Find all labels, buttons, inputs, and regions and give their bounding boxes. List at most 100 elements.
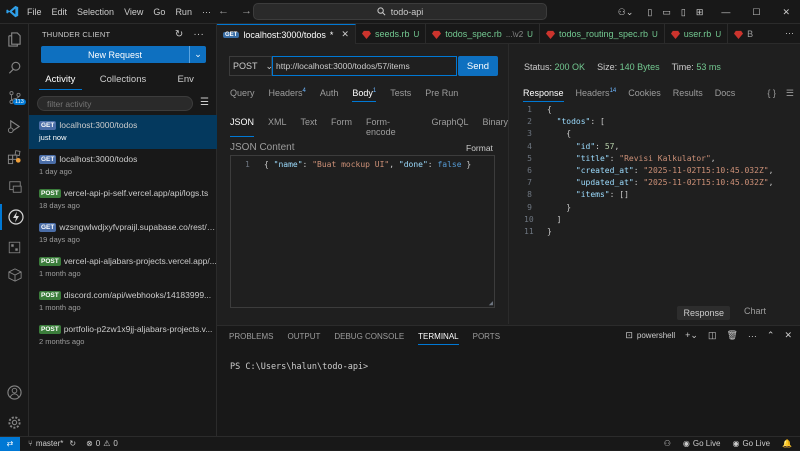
minimize-icon[interactable]: — <box>721 7 730 17</box>
activity-item[interactable]: GET localhost:3000/todos 1 day ago <box>29 149 217 183</box>
braces-icon[interactable]: { } <box>767 88 776 99</box>
tab-user-rb[interactable]: user.rb U <box>665 24 729 44</box>
tab-form[interactable]: Form <box>331 117 352 137</box>
trash-icon[interactable]: 🗑 <box>726 330 737 341</box>
chevron-down-icon[interactable]: ⌄ <box>189 46 206 63</box>
terminal-output[interactable]: PS C:\Users\halun\todo-api> <box>230 362 368 372</box>
layout-icon[interactable]: ⊞ <box>696 7 704 18</box>
tab-collections[interactable]: Collections <box>92 68 155 90</box>
activity-item[interactable]: POST vercel-api-aljabars-projects.vercel.… <box>29 251 217 285</box>
url-input[interactable] <box>272 56 457 76</box>
more-actions-icon[interactable]: ☰ <box>786 88 794 99</box>
filter-menu-icon[interactable]: ☰ <box>200 97 209 108</box>
source-control-icon[interactable]: 113 <box>0 84 29 110</box>
notifications-icon[interactable]: 🔔 <box>782 439 792 448</box>
tab-activity[interactable]: Activity <box>29 68 92 90</box>
tab-response-headers[interactable]: Headers14 <box>576 88 617 102</box>
tab-xml[interactable]: XML <box>268 117 287 137</box>
close-icon[interactable]: ✕ <box>341 29 349 40</box>
search-icon[interactable] <box>0 55 29 81</box>
copilot-icon[interactable]: ⚇⌄ <box>618 7 634 18</box>
menu-run[interactable]: Run <box>175 7 192 17</box>
accounts-icon[interactable] <box>0 379 29 405</box>
forward-arrow-icon[interactable]: → <box>241 5 252 17</box>
more-actions-icon[interactable]: ··· <box>748 331 757 341</box>
remote-indicator-icon[interactable]: ⇄ <box>0 436 20 451</box>
sync-icon[interactable]: ↻ <box>69 439 76 448</box>
tab-cookies[interactable]: Cookies <box>628 88 661 102</box>
activity-item[interactable]: POST portfolio-p2zw1x9jj-aljabars-project… <box>29 319 217 353</box>
new-terminal-icon[interactable]: +⌄ <box>685 330 698 341</box>
remote-explorer-icon[interactable] <box>0 174 29 200</box>
tab-ports[interactable]: PORTS <box>473 332 500 345</box>
toggle-panel-icon[interactable]: ▭ <box>662 7 671 18</box>
split-terminal-icon[interactable]: ◫ <box>708 330 717 341</box>
activity-item[interactable]: POST discord.com/api/webhooks/14183999...… <box>29 285 217 319</box>
maximize-panel-icon[interactable]: ⌃ <box>767 330 775 341</box>
menu-go[interactable]: Go <box>153 7 165 17</box>
problems-indicator[interactable]: ⊗ 0 ⚠ 0 <box>86 439 118 448</box>
tab-query[interactable]: Query <box>230 88 255 102</box>
json-body-editor[interactable]: 1 { "name": "Buat mockup UI", "done": fa… <box>230 155 495 308</box>
tab-problems[interactable]: PROBLEMS <box>229 332 273 345</box>
chart-view-button[interactable]: Chart <box>744 306 766 320</box>
extensions-icon[interactable] <box>0 144 29 170</box>
tab-auth[interactable]: Auth <box>320 88 339 102</box>
run-debug-icon[interactable] <box>0 113 29 139</box>
tab-docs[interactable]: Docs <box>715 88 736 102</box>
copilot-status-icon[interactable]: ⚇ <box>664 439 671 448</box>
activity-item[interactable]: GET localhost:3000/todos just now <box>29 115 217 149</box>
toggle-secondary-sidebar-icon[interactable]: ▯ <box>681 7 686 18</box>
refresh-icon[interactable]: ↻ <box>175 29 184 40</box>
tab-overflow[interactable]: B <box>728 24 759 44</box>
go-live-button[interactable]: ◉ Go Live <box>683 439 721 448</box>
tab-form-encode[interactable]: Form-encode <box>366 117 417 137</box>
toggle-sidebar-icon[interactable]: ▯ <box>647 7 652 18</box>
maximize-icon[interactable]: ☐ <box>752 7 760 18</box>
command-center-search[interactable]: todo-api <box>253 3 547 20</box>
tab-json[interactable]: JSON <box>230 117 255 137</box>
tab-tests[interactable]: Tests <box>390 88 411 102</box>
close-icon[interactable]: ✕ <box>784 330 792 341</box>
tab-output[interactable]: OUTPUT <box>287 332 320 345</box>
go-live-button-2[interactable]: ◉ Go Live <box>732 439 770 448</box>
tab-todos-routing-spec-rb[interactable]: todos_routing_spec.rb U <box>540 24 665 44</box>
tab-headers[interactable]: Headers4 <box>269 88 306 102</box>
tab-body[interactable]: Body1 <box>352 88 377 102</box>
back-arrow-icon[interactable]: ← <box>218 5 229 17</box>
tab-localhost-todos[interactable]: GET localhost:3000/todos * ✕ <box>217 24 356 44</box>
close-icon[interactable]: ✕ <box>782 7 790 18</box>
testing-icon[interactable] <box>0 234 29 260</box>
tab-graphql[interactable]: GraphQL <box>431 117 468 137</box>
menu-selection[interactable]: Selection <box>77 7 114 17</box>
tab-terminal[interactable]: TERMINAL <box>418 332 459 345</box>
tab-debug-console[interactable]: DEBUG CONSOLE <box>334 332 404 345</box>
tab-todos-spec-rb[interactable]: todos_spec.rb ...\v2 U <box>426 24 540 44</box>
response-view-button[interactable]: Response <box>677 306 730 320</box>
menu-edit[interactable]: Edit <box>52 7 68 17</box>
menu-view[interactable]: View <box>124 7 143 17</box>
thunder-client-icon[interactable] <box>0 204 29 230</box>
resize-handle-icon[interactable]: ◢ <box>489 299 493 307</box>
activity-item[interactable]: POST vercel-api-pi-self.vercel.app/api/lo… <box>29 183 217 217</box>
menu-file[interactable]: File <box>27 7 42 17</box>
shell-name[interactable]: powershell <box>637 331 675 340</box>
filter-activity-input[interactable] <box>37 96 193 111</box>
tab-results[interactable]: Results <box>673 88 703 102</box>
new-request-button[interactable]: New Request ⌄ <box>41 46 206 63</box>
explorer-icon[interactable] <box>0 26 29 52</box>
tab-binary[interactable]: Binary <box>482 117 508 137</box>
branch-indicator[interactable]: ⑂ master* <box>28 439 63 448</box>
settings-icon[interactable] <box>0 409 29 435</box>
method-select[interactable]: POST ⌄ <box>229 56 273 76</box>
send-button[interactable]: Send <box>458 56 498 76</box>
format-button[interactable]: Format <box>466 143 493 153</box>
tab-seeds-rb[interactable]: seeds.rb U <box>356 24 427 44</box>
database-icon[interactable] <box>0 262 29 288</box>
tab-response[interactable]: Response <box>523 88 564 102</box>
activity-item[interactable]: GET wzsngwlwdjxyfvpraijl.supabase.co/rest… <box>29 217 217 251</box>
more-actions-icon[interactable]: ··· <box>193 29 204 40</box>
tab-actions-icon[interactable]: ··· <box>785 28 794 38</box>
menu-more-icon[interactable]: ··· <box>202 7 211 17</box>
tab-text[interactable]: Text <box>301 117 318 137</box>
